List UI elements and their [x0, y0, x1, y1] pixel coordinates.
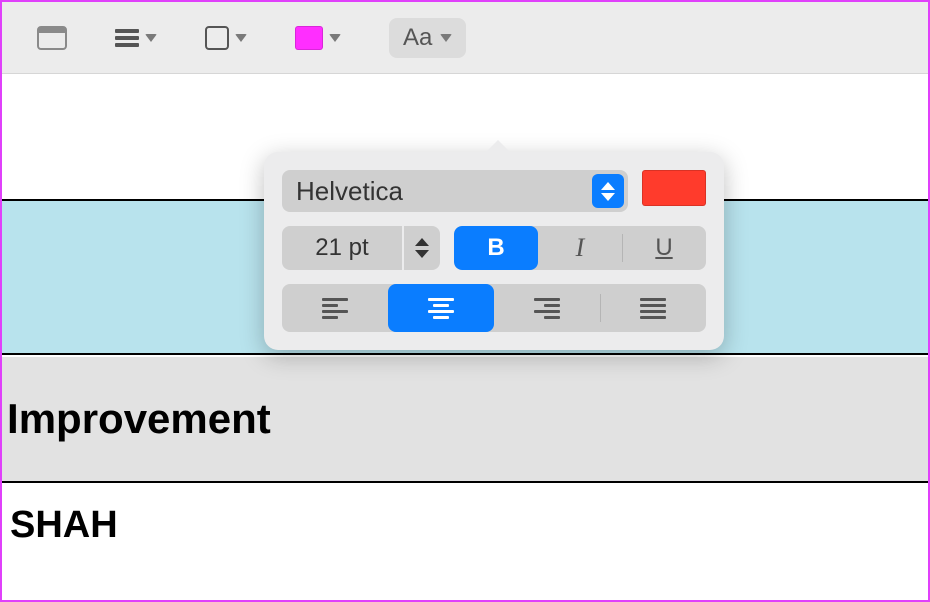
- align-right-button[interactable]: [494, 284, 600, 332]
- bold-label: B: [487, 234, 504, 262]
- bold-button[interactable]: B: [454, 226, 538, 270]
- title-text: e Improvement: [0, 395, 271, 443]
- align-justify-icon: [640, 298, 666, 319]
- text-style-segmented: B I U: [454, 226, 706, 270]
- underline-label: U: [655, 234, 672, 262]
- text-align-segmented: [282, 284, 706, 332]
- italic-label: I: [576, 233, 585, 263]
- font-size-stepper[interactable]: [404, 226, 440, 270]
- toolbar: Aa: [2, 2, 928, 74]
- window-icon: [37, 26, 67, 50]
- square-icon: [205, 26, 229, 50]
- stepper-down-icon: [415, 250, 429, 258]
- fill-color-dropdown[interactable]: [295, 26, 341, 50]
- stepper-up-icon: [415, 238, 429, 246]
- align-center-icon: [428, 298, 454, 319]
- chevron-down-icon: [235, 34, 247, 42]
- text-style-label: Aa: [403, 24, 432, 52]
- font-name-label: Helvetica: [296, 176, 403, 207]
- align-justify-button[interactable]: [600, 284, 706, 332]
- chevron-down-icon: [145, 34, 157, 42]
- underline-button[interactable]: U: [622, 226, 706, 270]
- align-center-button[interactable]: [388, 284, 494, 332]
- chevron-down-icon: [329, 34, 341, 42]
- font-size-label: 21 pt: [315, 234, 368, 262]
- line-style-dropdown[interactable]: [115, 29, 157, 47]
- color-swatch-icon: [295, 26, 323, 50]
- subtitle-row: H SHAH: [2, 485, 928, 565]
- select-arrows-icon: [592, 174, 624, 208]
- align-left-icon: [322, 298, 348, 319]
- title-row: e Improvement: [2, 357, 928, 483]
- text-color-swatch[interactable]: [642, 170, 706, 206]
- font-family-select[interactable]: Helvetica: [282, 170, 628, 212]
- chevron-down-icon: [440, 34, 452, 42]
- text-style-popover: Helvetica 21 pt B: [264, 152, 724, 350]
- text-style-dropdown[interactable]: Aa: [389, 18, 466, 58]
- border-style-dropdown[interactable]: [205, 26, 247, 50]
- new-window-button[interactable]: [37, 26, 67, 50]
- lines-icon: [115, 29, 139, 47]
- italic-button[interactable]: I: [538, 226, 622, 270]
- subtitle-text: H SHAH: [0, 504, 118, 547]
- align-left-button[interactable]: [282, 284, 388, 332]
- document-area: e Improvement H SHAH Helvetica 21 pt: [2, 74, 928, 600]
- align-right-icon: [534, 298, 560, 319]
- font-size-field[interactable]: 21 pt: [282, 226, 402, 270]
